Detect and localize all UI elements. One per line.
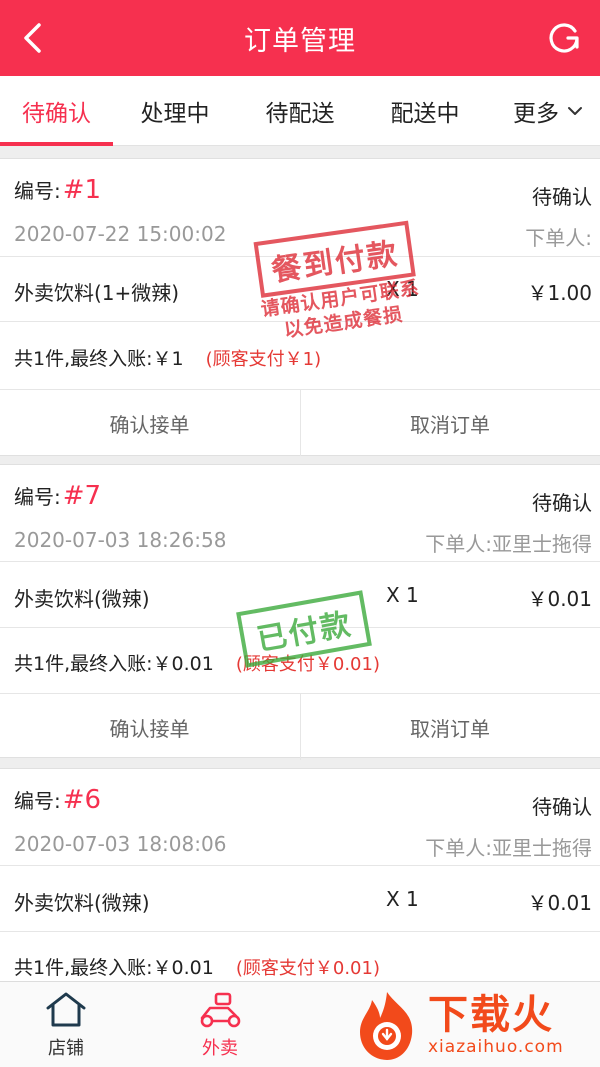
customer-paid-note: (顾客支付￥0.01) [235,958,380,979]
shop-icon [46,992,86,1027]
order-number-label: 编号: [14,179,61,203]
item-quantity: X 1 [386,277,419,301]
tab-label: 配送中 [390,101,460,127]
refresh-icon [549,23,579,53]
confirm-order-button[interactable]: 确认接单 [0,390,299,456]
watermark-text: 下载火 xiazaihuo.com [428,993,564,1057]
order-status: 待确认 [532,795,592,819]
order-summary: 共1件,最终入账:￥0.01 (顾客支付￥0.01) [14,649,380,676]
order-actions: 确认接单 取消订单 [0,389,600,456]
chevron-down-icon [567,106,583,116]
cancel-order-button[interactable]: 取消订单 [300,390,599,456]
app-header: 订单管理 [0,0,600,76]
order-number: 编号:#6 [14,785,101,815]
customer-paid-note: (顾客支付￥1) [205,349,322,370]
order-card: 编号:#7 待确认 2020-07-03 18:26:58 下单人:亚里士拖得 … [0,464,600,760]
item-name: 外卖饮料(微辣) [14,587,150,611]
item-name: 外卖饮料(微辣) [14,891,150,915]
watermark-en: xiazaihuo.com [428,1037,564,1057]
settlement-amount: 共1件,最终入账:￥1 [14,348,184,370]
nav-item-label: 外卖 [202,1038,238,1059]
tab-awaiting-delivery[interactable]: 待配送 [249,76,351,146]
order-time: 2020-07-03 18:08:06 [14,832,227,856]
order-status: 待确认 [532,185,592,209]
divider [0,865,600,866]
item-quantity: X 1 [386,583,419,607]
item-price: ￥1.00 [527,281,592,305]
order-number: 编号:#1 [14,175,101,205]
divider [0,627,600,628]
order-number-label: 编号: [14,485,61,509]
order-number-value: #7 [62,481,102,511]
item-name: 外卖饮料(1+微辣) [14,281,180,305]
back-button[interactable] [10,16,54,60]
tab-delivering[interactable]: 配送中 [374,76,476,146]
divider [0,256,600,257]
customer-paid-note: (顾客支付￥0.01) [235,654,380,675]
divider [0,931,600,932]
divider [0,561,600,562]
nav-item-takeout[interactable]: 外卖 [160,982,280,1067]
settlement-amount: 共1件,最终入账:￥0.01 [14,957,214,979]
settlement-amount: 共1件,最终入账:￥0.01 [14,653,214,675]
order-number-value: #1 [62,175,102,205]
order-actions: 确认接单 取消订单 [0,693,600,760]
cancel-order-button[interactable]: 取消订单 [300,694,599,760]
nav-item-shop[interactable]: 店铺 [6,982,126,1067]
page-title: 订单管理 [244,25,356,57]
order-customer: 下单人:亚里士拖得 [425,836,592,860]
tab-processing[interactable]: 处理中 [124,76,226,146]
order-customer: 下单人: [525,226,592,250]
scooter-icon [200,992,241,1028]
order-time: 2020-07-03 18:26:58 [14,528,227,552]
order-number-value: #6 [62,785,102,815]
order-summary: 共1件,最终入账:￥0.01 (顾客支付￥0.01) [14,953,380,980]
order-number: 编号:#7 [14,481,101,511]
refresh-button[interactable] [542,16,586,60]
order-time: 2020-07-22 15:00:02 [14,222,227,246]
nav-item-label: 店铺 [48,1038,84,1059]
tab-more[interactable]: 更多 [498,76,598,146]
order-customer: 下单人:亚里士拖得 [425,532,592,556]
tab-pending-confirm[interactable]: 待确认 [0,76,113,146]
tab-label: 更多 [513,101,559,127]
order-status: 待确认 [532,491,592,515]
order-number-label: 编号: [14,789,61,813]
item-price: ￥0.01 [527,587,592,611]
watermark: 下载火 xiazaihuo.com [352,986,596,1064]
order-list[interactable]: 编号:#1 待确认 2020-07-22 15:00:02 下单人: 外卖饮料(… [0,146,600,981]
tab-label: 处理中 [140,101,210,127]
item-price: ￥0.01 [527,891,592,915]
divider [0,321,600,322]
item-quantity: X 1 [386,887,419,911]
order-status-tabs: 待确认 处理中 待配送 配送中 更多 [0,76,600,146]
tab-label: 待确认 [22,101,91,127]
order-card: 编号:#1 待确认 2020-07-22 15:00:02 下单人: 外卖饮料(… [0,158,600,456]
order-summary: 共1件,最终入账:￥1 (顾客支付￥1) [14,344,321,371]
confirm-order-button[interactable]: 确认接单 [0,694,299,760]
order-card: 编号:#6 待确认 2020-07-03 18:08:06 下单人:亚里士拖得 … [0,768,600,981]
flame-logo-icon [360,992,413,1060]
watermark-cn: 下载火 [428,992,554,1038]
stamp-sub-text: 以免造成餐损 [282,303,405,342]
tab-label: 待配送 [265,101,335,127]
chevron-left-icon [24,23,41,53]
